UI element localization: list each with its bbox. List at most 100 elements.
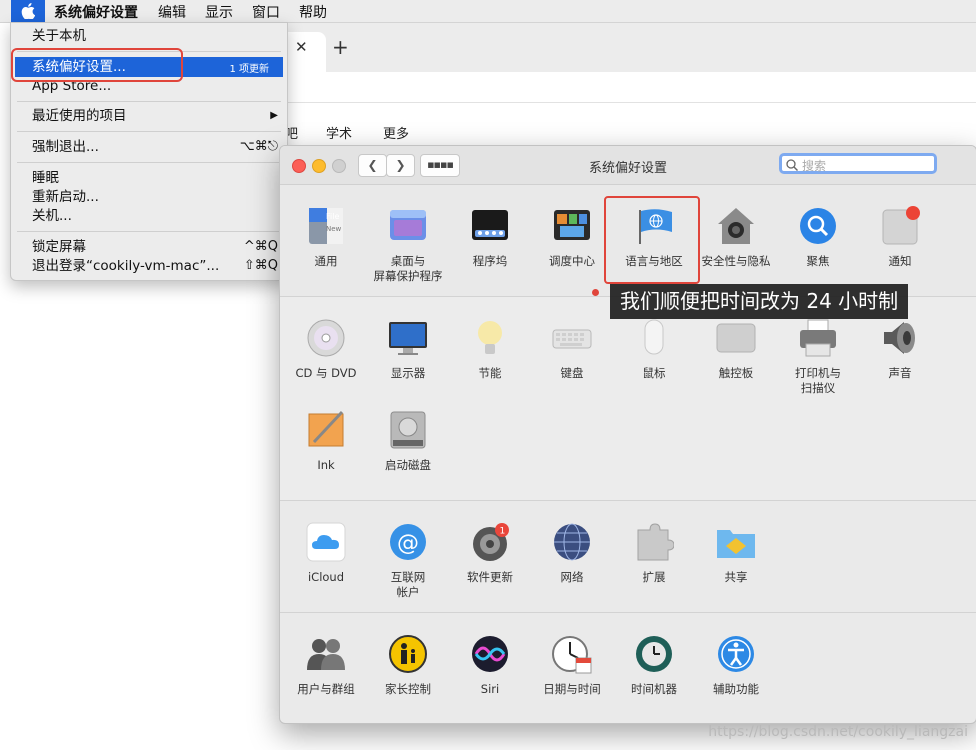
pane-label: Siri bbox=[480, 682, 500, 696]
pane-energy-saver[interactable]: 节能 bbox=[449, 318, 531, 381]
users-icon bbox=[306, 634, 346, 674]
pane-label: 用户与群组 bbox=[297, 682, 355, 696]
notifications-icon bbox=[880, 206, 920, 246]
pane-ink[interactable]: Ink bbox=[285, 410, 367, 473]
menu-separator bbox=[17, 101, 281, 102]
logout-shortcut: ⇧⌘Q bbox=[243, 258, 278, 273]
pane-date-time[interactable]: 日期与时间 bbox=[531, 634, 613, 697]
pane-displays[interactable]: 显示器 bbox=[367, 318, 449, 381]
pane-keyboard[interactable]: 键盘 bbox=[531, 318, 613, 381]
pane-label: 调度中心 bbox=[549, 254, 595, 268]
parental-controls-icon bbox=[388, 634, 428, 674]
pane-software-update[interactable]: 1 软件更新 bbox=[449, 522, 531, 585]
pane-label: 启动磁盘 bbox=[385, 458, 431, 472]
menu-item-lock[interactable]: 锁定屏幕 bbox=[32, 238, 86, 256]
hard-disk-icon bbox=[388, 410, 428, 450]
pane-mouse[interactable]: 鼠标 bbox=[613, 318, 695, 381]
search-placeholder: 搜索 bbox=[802, 159, 827, 173]
pane-desktop-screensaver[interactable]: 桌面与 屏幕保护程序 bbox=[367, 206, 449, 284]
pane-label: 程序坞 bbox=[472, 254, 508, 268]
highlight-box-sysprefs bbox=[11, 48, 183, 82]
pane-parental-controls[interactable]: 家长控制 bbox=[367, 634, 449, 697]
annotation-dot bbox=[592, 289, 599, 296]
pane-sound[interactable]: 声音 bbox=[859, 318, 941, 381]
pane-notifications[interactable]: 通知 bbox=[859, 206, 941, 269]
pane-security-privacy[interactable]: 安全性与隐私 bbox=[695, 206, 777, 269]
pane-siri[interactable]: Siri bbox=[449, 634, 531, 697]
dock-icon bbox=[470, 206, 510, 246]
pane-network[interactable]: 网络 bbox=[531, 522, 613, 585]
menu-item-sleep[interactable]: 睡眠 bbox=[32, 169, 59, 187]
menu-app-name[interactable]: 系统偏好设置 bbox=[54, 2, 138, 22]
system-preferences-window: ❮ ❯ ▪▪▪▪ 系统偏好设置 搜索 File New 通用 桌面与 屏幕保护程序… bbox=[279, 145, 976, 724]
menu-item-about[interactable]: 关于本机 bbox=[32, 27, 86, 45]
general-icon: File New bbox=[306, 206, 346, 246]
search-icon bbox=[786, 159, 798, 171]
menu-help[interactable]: 帮助 bbox=[299, 2, 327, 22]
desktop-icon bbox=[388, 206, 428, 246]
pane-label: 通知 bbox=[888, 254, 912, 268]
menu-edit[interactable]: 编辑 bbox=[158, 2, 186, 22]
highlight-box-language-region bbox=[604, 196, 700, 284]
pane-dock[interactable]: 程序坞 bbox=[449, 206, 531, 269]
browser-nav-more[interactable]: 更多 bbox=[383, 123, 409, 142]
pane-printers-scanners[interactable]: 打印机与 扫描仪 bbox=[777, 318, 859, 396]
pane-label: 聚焦 bbox=[806, 254, 830, 268]
menu-item-logout[interactable]: 退出登录“cookily-vm-mac”... bbox=[32, 257, 219, 275]
svg-text:@: @ bbox=[397, 531, 419, 556]
pane-label: 辅助功能 bbox=[713, 682, 759, 696]
pane-label: 日期与时间 bbox=[543, 682, 601, 696]
menu-view[interactable]: 显示 bbox=[205, 2, 233, 22]
pane-spotlight[interactable]: 聚焦 bbox=[777, 206, 859, 269]
pane-mission-control[interactable]: 调度中心 bbox=[531, 206, 613, 269]
pane-label: 触控板 bbox=[718, 366, 754, 380]
pane-label: 家长控制 bbox=[385, 682, 431, 696]
search-input[interactable]: 搜索 bbox=[779, 153, 937, 174]
pane-label: 声音 bbox=[888, 366, 912, 380]
puzzle-piece-icon bbox=[634, 522, 675, 562]
menu-item-forcequit[interactable]: 强制退出... bbox=[32, 138, 99, 156]
pane-label: iCloud bbox=[307, 570, 345, 584]
icloud-icon bbox=[306, 522, 346, 562]
pane-label: Ink bbox=[317, 458, 335, 472]
forcequit-shortcut: ⌥⌘⎋ bbox=[239, 139, 278, 154]
menu-item-recent[interactable]: 最近使用的项目 bbox=[32, 107, 127, 125]
apple-menu-button[interactable] bbox=[11, 0, 45, 22]
close-tab-icon[interactable]: ✕ bbox=[295, 38, 308, 56]
pane-accessibility[interactable]: 辅助功能 bbox=[695, 634, 777, 697]
pane-cd-dvd[interactable]: CD 与 DVD bbox=[285, 318, 367, 381]
accessibility-icon bbox=[716, 634, 756, 674]
speaker-icon bbox=[880, 318, 920, 358]
svg-text:File: File bbox=[326, 212, 339, 221]
menu-separator bbox=[17, 131, 281, 132]
browser-nav-xueshu[interactable]: 学术 bbox=[326, 123, 352, 142]
menu-separator bbox=[17, 231, 281, 232]
pane-internet-accounts[interactable]: @ 互联网 帐户 bbox=[367, 522, 449, 600]
pane-label: 软件更新 bbox=[467, 570, 513, 584]
menu-window[interactable]: 窗口 bbox=[252, 2, 280, 22]
pane-label: 打印机与 扫描仪 bbox=[795, 366, 841, 395]
menu-separator bbox=[17, 162, 281, 163]
pane-label: 桌面与 屏幕保护程序 bbox=[373, 254, 443, 283]
menu-item-shutdown[interactable]: 关机... bbox=[32, 207, 72, 225]
browser-tab-bar bbox=[286, 22, 976, 72]
watermark: https://blog.csdn.net/cookily_liangzai bbox=[708, 724, 968, 740]
window-titlebar: ❮ ❯ ▪▪▪▪ 系统偏好设置 搜索 bbox=[280, 146, 976, 185]
pane-startup-disk[interactable]: 启动磁盘 bbox=[367, 410, 449, 473]
menu-item-restart[interactable]: 重新启动... bbox=[32, 188, 99, 206]
pane-extensions[interactable]: 扩展 bbox=[613, 522, 695, 585]
pane-general[interactable]: File New 通用 bbox=[285, 206, 367, 269]
pane-icloud[interactable]: iCloud bbox=[285, 522, 367, 585]
pane-label: 键盘 bbox=[560, 366, 584, 380]
pane-time-machine[interactable]: 时间机器 bbox=[613, 634, 695, 697]
at-sign-icon: @ bbox=[388, 522, 428, 562]
ink-icon bbox=[306, 410, 346, 450]
pane-sharing[interactable]: 共享 bbox=[695, 522, 777, 585]
menu-bar: 系统偏好设置 编辑 显示 窗口 帮助 bbox=[0, 0, 976, 23]
new-tab-icon[interactable]: + bbox=[332, 35, 349, 59]
pane-trackpad[interactable]: 触控板 bbox=[695, 318, 777, 381]
display-icon bbox=[388, 318, 428, 358]
pane-label: 节能 bbox=[478, 366, 502, 380]
time-machine-icon bbox=[634, 634, 674, 674]
pane-users-groups[interactable]: 用户与群组 bbox=[285, 634, 367, 697]
